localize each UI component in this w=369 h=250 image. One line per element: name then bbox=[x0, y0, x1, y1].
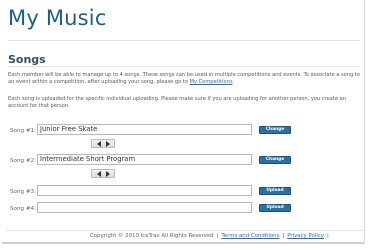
song-1-change-button[interactable]: Change bbox=[259, 126, 291, 134]
content-frame: My Music Songs Each member will be able … bbox=[2, 0, 365, 244]
song-4-field[interactable] bbox=[37, 202, 252, 213]
footer-separator: | bbox=[326, 233, 329, 239]
play-icon[interactable] bbox=[106, 171, 110, 177]
footer-separator: | bbox=[216, 233, 219, 239]
song-3-label: Song #3: bbox=[10, 189, 36, 195]
terms-link[interactable]: Terms and Conditions bbox=[221, 233, 279, 239]
section-title: Songs bbox=[8, 53, 46, 66]
divider bbox=[8, 66, 360, 67]
intro-period: . bbox=[232, 79, 235, 86]
rewind-icon[interactable] bbox=[97, 141, 101, 147]
song-1-field[interactable]: Junior Free Skate bbox=[37, 124, 252, 135]
song-3-field[interactable] bbox=[37, 185, 252, 196]
play-icon[interactable] bbox=[106, 141, 110, 147]
footer-separator: | bbox=[282, 233, 285, 239]
my-competitions-link[interactable]: My Competitions bbox=[190, 79, 233, 85]
divider bbox=[8, 40, 360, 41]
song-2-player bbox=[91, 169, 115, 178]
intro-text: Each member will be able to manage up to… bbox=[8, 72, 360, 86]
privacy-link[interactable]: Privacy Policy bbox=[287, 233, 324, 239]
song-2-label: Song #2: bbox=[10, 158, 36, 164]
page-title: My Music bbox=[8, 6, 107, 30]
song-2-field[interactable]: Intermediate Short Program bbox=[37, 154, 252, 165]
song-4-label: Song #4: bbox=[10, 206, 36, 212]
rewind-icon[interactable] bbox=[97, 171, 101, 177]
song-3-upload-button[interactable]: Upload bbox=[259, 187, 291, 195]
song-4-upload-button[interactable]: Upload bbox=[259, 204, 291, 212]
song-1-player bbox=[91, 139, 115, 148]
song-1-label: Song #1: bbox=[10, 128, 36, 134]
page: My Music Songs Each member will be able … bbox=[0, 0, 369, 250]
song-2-change-button[interactable]: Change bbox=[259, 156, 291, 164]
intro-paragraph-1: Each member will be able to manage up to… bbox=[8, 72, 360, 86]
copyright-text: Copyright © 2010 IceTrax All Rights Rese… bbox=[90, 233, 214, 239]
footer: Copyright © 2010 IceTrax All Rights Rese… bbox=[90, 233, 332, 239]
intro-paragraph-2: Each song is uploaded for the specific i… bbox=[8, 96, 346, 110]
